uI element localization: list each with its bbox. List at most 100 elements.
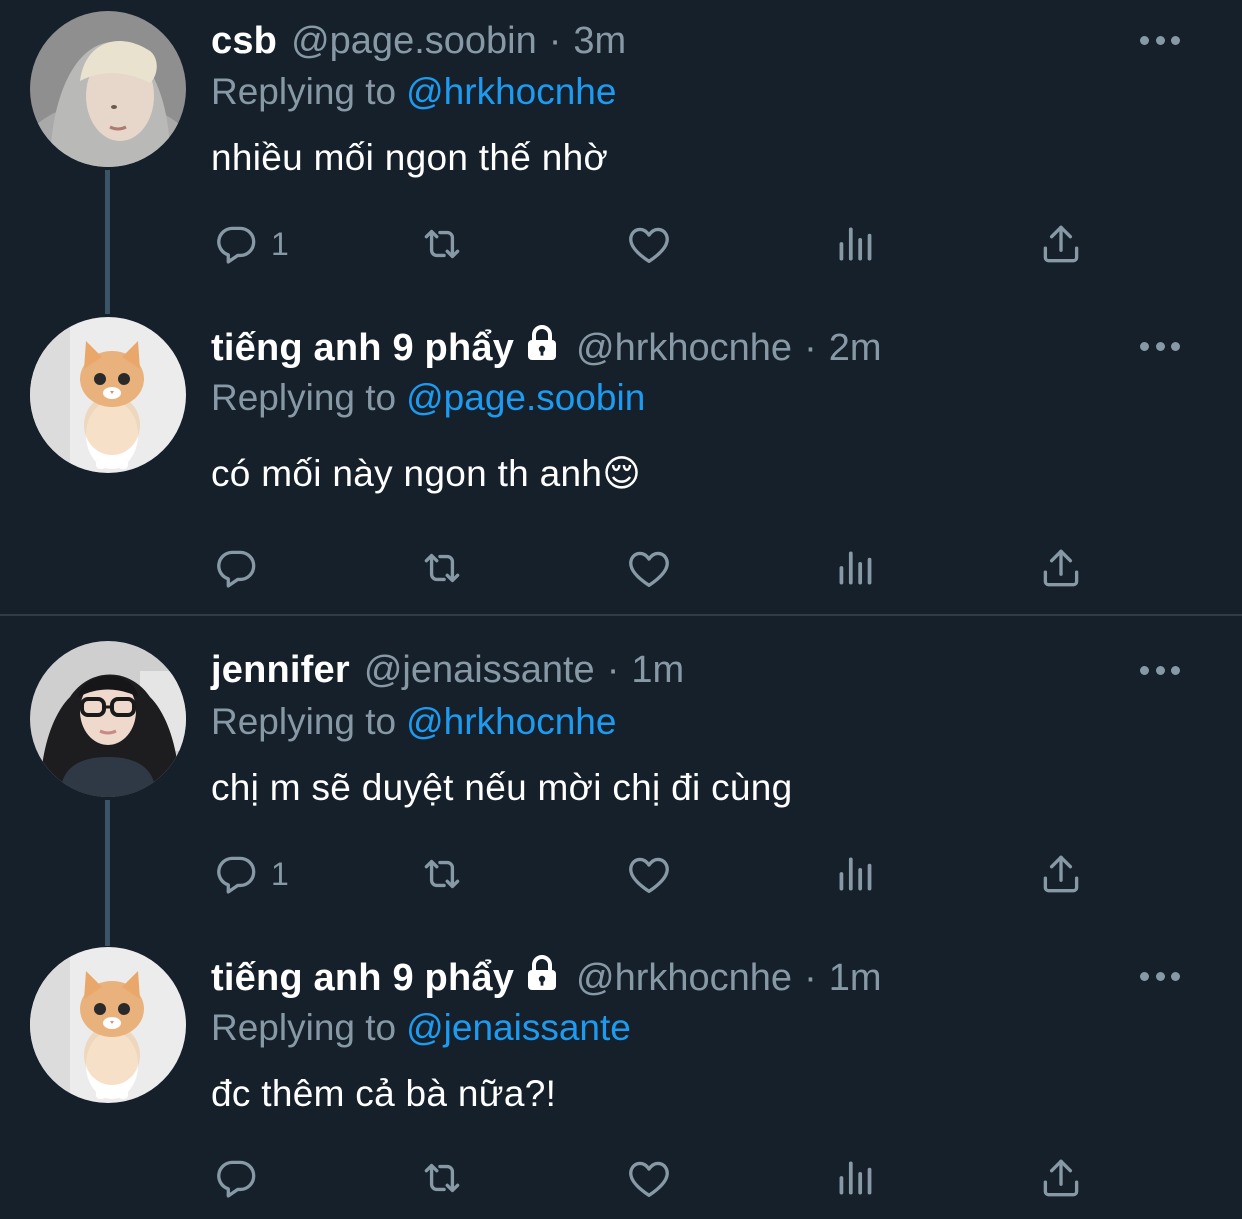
timestamp[interactable]: 1m — [829, 955, 882, 1001]
avatar[interactable] — [30, 317, 186, 473]
timestamp[interactable]: 3m — [573, 18, 626, 64]
mention-link[interactable]: @page.soobin — [406, 377, 645, 418]
tweet-header: tiếng anh 9 phẩy @hrkhocnhe · 1m — [211, 954, 882, 1000]
reply-icon — [211, 543, 261, 593]
tweet-3[interactable]: jennifer @jenaissante · 1m Replying to @h… — [0, 630, 1242, 946]
retweet-icon — [417, 1153, 467, 1203]
replying-to: Replying to @hrkhocnhe — [211, 70, 616, 114]
like-icon — [624, 849, 674, 899]
user-handle[interactable]: @page.soobin — [291, 18, 537, 64]
retweet-icon — [417, 849, 467, 899]
analytics-button[interactable] — [831, 218, 881, 270]
share-button[interactable] — [1036, 848, 1086, 900]
tweet-text: đc thêm cả bà nữa?! — [211, 1073, 557, 1114]
avatar[interactable] — [30, 11, 186, 167]
avatar[interactable] — [30, 641, 186, 797]
reply-button[interactable]: 1 — [211, 848, 289, 900]
share-icon — [1036, 543, 1086, 593]
replying-to: Replying to @hrkhocnhe — [211, 700, 616, 744]
reply-icon — [211, 849, 261, 899]
user-handle[interactable]: @hrkhocnhe — [576, 955, 792, 1001]
share-icon — [1036, 219, 1086, 269]
like-button[interactable] — [624, 1152, 674, 1204]
analytics-icon — [831, 543, 881, 593]
retweet-button[interactable] — [417, 218, 467, 270]
retweet-button[interactable] — [417, 848, 467, 900]
reply-button[interactable]: 1 — [211, 218, 289, 270]
like-button[interactable] — [624, 542, 674, 594]
kitten-photo-icon — [30, 947, 186, 1103]
share-button[interactable] — [1036, 218, 1086, 270]
lock-icon — [522, 954, 562, 990]
mention-link[interactable]: @hrkhocnhe — [406, 701, 616, 742]
separator-dot: · — [804, 957, 817, 999]
reply-button[interactable] — [211, 542, 271, 594]
replying-to: Replying to @page.soobin — [211, 376, 645, 420]
share-icon — [1036, 849, 1086, 899]
tweet-text: chị m sẽ duyệt nếu mời chị đi cùng — [211, 767, 793, 808]
reply-count: 1 — [271, 225, 289, 262]
display-name[interactable]: tiếng anh 9 phẩy — [211, 955, 514, 1001]
more-icon[interactable] — [1140, 664, 1180, 676]
replying-to-label: Replying to — [211, 71, 397, 112]
tweet-actions: 1 — [211, 218, 1091, 270]
reply-icon — [211, 1153, 261, 1203]
replying-to: Replying to @jenaissante — [211, 1006, 631, 1050]
tweet-header: jennifer @jenaissante · 1m — [211, 647, 684, 693]
tweet-actions — [211, 1152, 1091, 1204]
more-icon[interactable] — [1140, 970, 1180, 982]
conversation-divider — [0, 614, 1242, 616]
girl-photo-icon — [30, 641, 186, 797]
share-button[interactable] — [1036, 1152, 1086, 1204]
separator-dot: · — [606, 649, 620, 691]
tweet-actions: 1 — [211, 848, 1091, 900]
replying-to-label: Replying to — [211, 701, 397, 742]
like-icon — [624, 219, 674, 269]
tweet-1[interactable]: csb @page.soobin · 3m Replying to @hrkhoc… — [0, 0, 1242, 314]
display-name[interactable]: tiếng anh 9 phẩy — [211, 325, 514, 371]
retweet-icon — [417, 543, 467, 593]
analytics-button[interactable] — [831, 542, 881, 594]
retweet-icon — [417, 219, 467, 269]
tweet-2[interactable]: tiếng anh 9 phẩy @hrkhocnhe · 2m Replyin… — [0, 306, 1242, 614]
user-handle[interactable]: @hrkhocnhe — [576, 325, 792, 371]
more-icon[interactable] — [1140, 340, 1180, 352]
replying-to-label: Replying to — [211, 1007, 397, 1048]
tweet-4[interactable]: tiếng anh 9 phẩy @hrkhocnhe · 1m Replyin… — [0, 936, 1242, 1219]
user-handle[interactable]: @jenaissante — [364, 647, 595, 693]
avatar[interactable] — [30, 947, 186, 1103]
replying-to-label: Replying to — [211, 377, 397, 418]
thread-line — [105, 800, 110, 946]
tweet-header: csb @page.soobin · 3m — [211, 18, 626, 64]
timestamp[interactable]: 2m — [829, 325, 882, 371]
person-photo-icon — [30, 11, 186, 167]
more-icon[interactable] — [1140, 34, 1180, 46]
display-name[interactable]: jennifer — [211, 647, 350, 693]
like-icon — [624, 1153, 674, 1203]
thread-line — [105, 170, 110, 314]
analytics-button[interactable] — [831, 1152, 881, 1204]
separator-dot: · — [548, 20, 562, 62]
display-name[interactable]: csb — [211, 18, 277, 64]
tweet-header: tiếng anh 9 phẩy @hrkhocnhe · 2m — [211, 324, 882, 370]
retweet-button[interactable] — [417, 542, 467, 594]
kitten-photo-icon — [30, 317, 186, 473]
timestamp[interactable]: 1m — [631, 647, 684, 693]
mention-link[interactable]: @jenaissante — [406, 1007, 631, 1048]
mention-link[interactable]: @hrkhocnhe — [406, 71, 616, 112]
like-button[interactable] — [624, 218, 674, 270]
reply-button[interactable] — [211, 1152, 271, 1204]
like-icon — [624, 543, 674, 593]
reply-icon — [211, 219, 261, 269]
analytics-icon — [831, 219, 881, 269]
analytics-icon — [831, 1153, 881, 1203]
analytics-icon — [831, 849, 881, 899]
retweet-button[interactable] — [417, 1152, 467, 1204]
separator-dot: · — [804, 327, 817, 369]
like-button[interactable] — [624, 848, 674, 900]
lock-icon — [522, 324, 562, 360]
tweet-actions — [211, 542, 1091, 594]
reply-count: 1 — [271, 855, 289, 892]
share-button[interactable] — [1036, 542, 1086, 594]
analytics-button[interactable] — [831, 848, 881, 900]
